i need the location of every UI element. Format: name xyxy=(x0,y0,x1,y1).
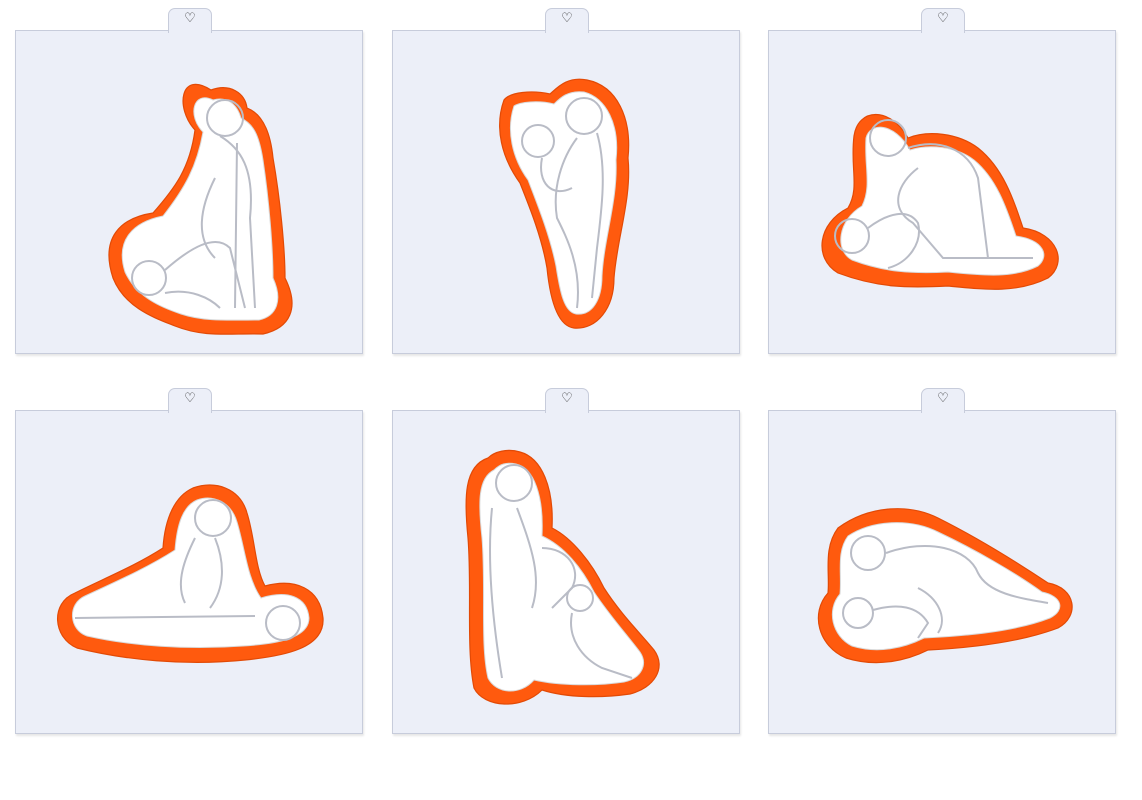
heart-icon: ♡ xyxy=(561,11,573,26)
cookie-cutter-shape xyxy=(465,449,660,705)
hanging-tab: ♡ xyxy=(921,8,965,33)
cookie-cutter-shape xyxy=(108,83,293,335)
hanging-tab: ♡ xyxy=(168,8,212,33)
hanging-tab: ♡ xyxy=(168,388,212,413)
heart-icon: ♡ xyxy=(561,391,573,406)
stencil-card: ♡ xyxy=(392,388,740,734)
stencil-card: ♡ xyxy=(392,8,740,354)
stencil-card: ♡ xyxy=(768,388,1116,734)
cookie-cutter-shape xyxy=(499,78,630,329)
cookie-cutter-shape xyxy=(57,484,324,663)
heart-icon: ♡ xyxy=(937,391,949,406)
stencil-card: ♡ xyxy=(15,8,363,354)
stencil-card: ♡ xyxy=(768,8,1116,354)
hanging-tab: ♡ xyxy=(545,388,589,413)
hanging-tab: ♡ xyxy=(545,8,589,33)
cookie-cutter-shape xyxy=(817,508,1073,664)
stencil-card: ♡ xyxy=(15,388,363,734)
heart-icon: ♡ xyxy=(937,11,949,26)
heart-icon: ♡ xyxy=(184,391,196,406)
heart-icon: ♡ xyxy=(184,11,196,26)
hanging-tab: ♡ xyxy=(921,388,965,413)
cookie-cutter-shape xyxy=(821,113,1059,290)
